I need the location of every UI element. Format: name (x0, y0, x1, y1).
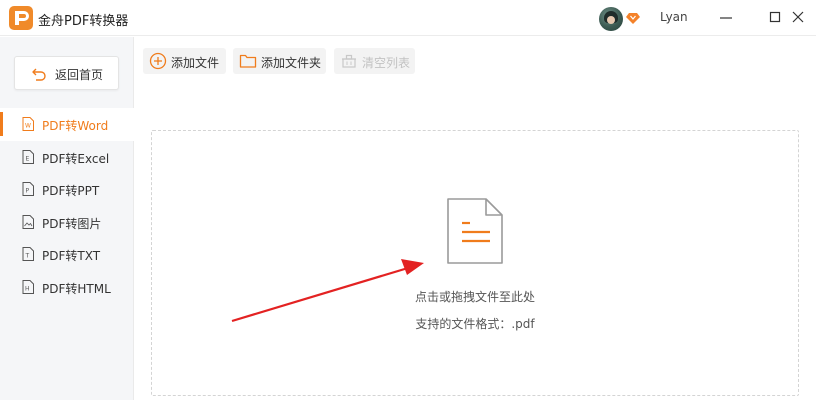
file-drop-zone[interactable]: 点击或拖拽文件至此处 支持的文件格式：.pdf (151, 130, 799, 396)
plus-circle-icon (149, 52, 167, 70)
sidebar-item-label: PDF转PPT (42, 184, 100, 199)
vip-diamond-icon[interactable] (626, 11, 640, 25)
back-home-button[interactable]: 返回首页 (14, 56, 119, 90)
back-home-label: 返回首页 (55, 68, 104, 82)
sidebar: 返回首页 W PDF转Word E PDF转Excel P PDF转PPT PD… (0, 37, 134, 400)
back-arrow-icon (32, 68, 46, 81)
window-close-icon[interactable] (789, 8, 807, 26)
word-file-icon: W (22, 117, 34, 131)
sidebar-item-pdf-to-ppt[interactable]: P PDF转PPT (0, 173, 134, 206)
svg-text:T: T (25, 253, 30, 260)
add-folder-button[interactable]: 添加文件夹 (233, 48, 326, 74)
sidebar-item-pdf-to-html[interactable]: H PDF转HTML (0, 271, 134, 304)
app-window: 金舟PDF转换器 Lyan 返回首页 W PDF转Word E PDF转Exce… (0, 0, 816, 400)
sidebar-item-label: PDF转Word (42, 119, 109, 133)
sidebar-item-pdf-to-excel[interactable]: E PDF转Excel (0, 141, 134, 174)
sidebar-item-label: PDF转HTML (42, 281, 111, 296)
ppt-file-icon: P (22, 182, 34, 197)
image-file-icon (22, 214, 34, 229)
add-folder-label: 添加文件夹 (261, 56, 322, 70)
clear-list-button[interactable]: 清空列表 (334, 48, 415, 74)
sidebar-item-pdf-to-txt[interactable]: T PDF转TXT (0, 238, 134, 271)
sidebar-item-label: PDF转图片 (42, 216, 102, 231)
document-icon (447, 198, 503, 264)
conversion-nav: W PDF转Word E PDF转Excel P PDF转PPT PDF转图片 … (0, 108, 134, 304)
supported-formats-text: 支持的文件格式：.pdf (415, 317, 535, 331)
add-file-label: 添加文件 (171, 56, 220, 70)
username[interactable]: Lyan (660, 10, 688, 24)
window-minimize-icon[interactable] (717, 8, 735, 26)
trash-icon (342, 54, 356, 68)
svg-text:W: W (25, 123, 31, 130)
sidebar-item-label: PDF转TXT (42, 249, 101, 264)
excel-file-icon: E (22, 149, 34, 164)
sidebar-item-label: PDF转Excel (42, 151, 110, 166)
html-file-icon: H (22, 279, 34, 294)
window-maximize-icon[interactable] (766, 8, 784, 26)
svg-text:P: P (26, 188, 30, 195)
txt-file-icon: T (22, 247, 34, 262)
app-title: 金舟PDF转换器 (38, 14, 129, 29)
app-logo-icon (9, 6, 33, 30)
folder-icon (239, 54, 257, 68)
sidebar-item-pdf-to-word[interactable]: W PDF转Word (0, 108, 134, 141)
title-bar: 金舟PDF转换器 Lyan (0, 0, 816, 36)
active-indicator (0, 112, 3, 136)
svg-text:H: H (25, 285, 30, 292)
drop-hint-text: 点击或拖拽文件至此处 (414, 290, 535, 304)
sidebar-item-pdf-to-image[interactable]: PDF转图片 (0, 206, 134, 239)
add-file-button[interactable]: 添加文件 (143, 48, 226, 74)
user-avatar[interactable] (599, 7, 623, 31)
svg-text:E: E (26, 155, 30, 162)
clear-list-label: 清空列表 (362, 56, 411, 70)
